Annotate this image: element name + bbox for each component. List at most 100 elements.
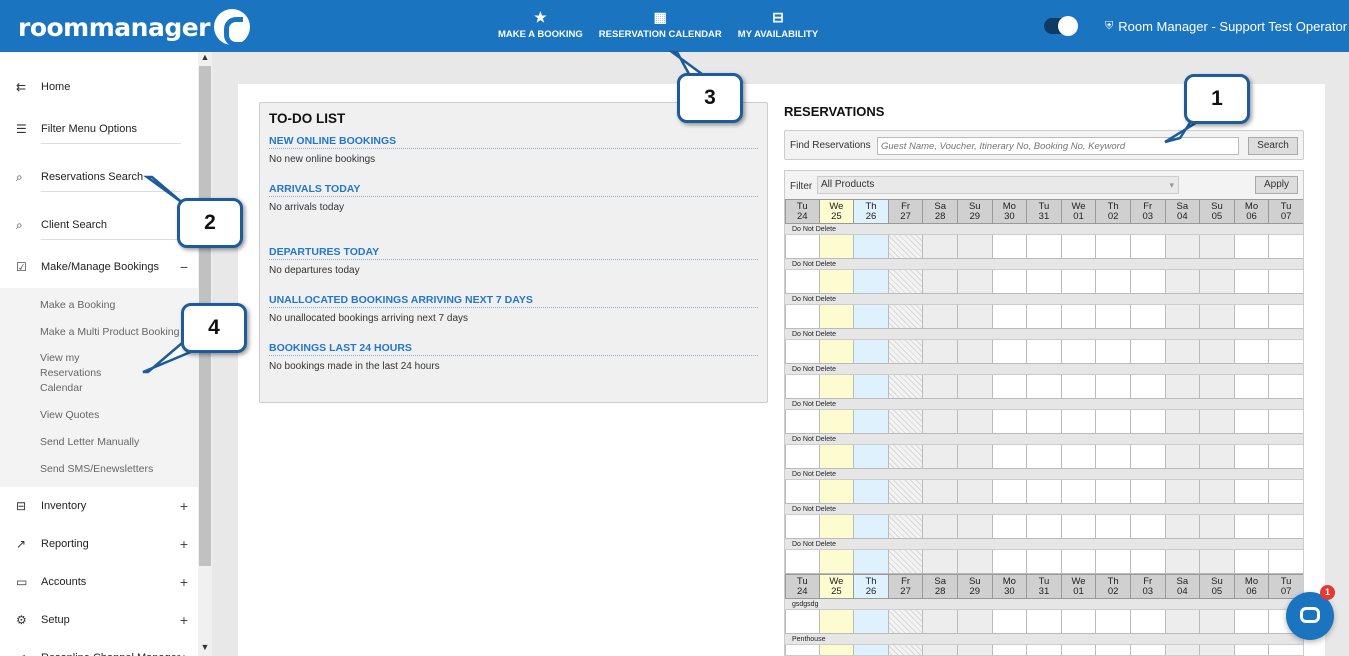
nav-make-a-booking[interactable]: ★ MAKE A BOOKING bbox=[498, 8, 583, 40]
grid-cell[interactable] bbox=[957, 270, 993, 294]
grid-cell[interactable] bbox=[923, 235, 958, 259]
grid-cell[interactable] bbox=[992, 340, 1028, 364]
grid-cell[interactable] bbox=[1200, 235, 1235, 259]
expand-icon[interactable]: + bbox=[180, 650, 188, 656]
grid-cell[interactable] bbox=[785, 550, 820, 574]
todo-heading-bookings-24h[interactable]: BOOKINGS LAST 24 HOURS bbox=[269, 342, 758, 356]
expand-icon[interactable]: + bbox=[180, 536, 188, 552]
grid-cell[interactable] bbox=[888, 410, 924, 434]
todo-heading-new-online[interactable]: NEW ONLINE BOOKINGS bbox=[269, 135, 758, 149]
sidebar-item-resonline[interactable]: ⋖ Resonline Channel Manager + bbox=[0, 639, 198, 656]
grid-cell[interactable] bbox=[1200, 445, 1235, 469]
grid-cell[interactable] bbox=[1234, 550, 1270, 574]
grid-cell[interactable] bbox=[1165, 515, 1201, 539]
grid-cell[interactable] bbox=[923, 270, 958, 294]
grid-cell[interactable] bbox=[1027, 410, 1062, 434]
grid-cell[interactable] bbox=[854, 515, 889, 539]
grid-cell[interactable] bbox=[992, 235, 1028, 259]
grid-cell[interactable] bbox=[1269, 270, 1303, 294]
grid-cell[interactable] bbox=[1269, 645, 1303, 655]
grid-cell[interactable] bbox=[819, 375, 855, 399]
grid-cell[interactable] bbox=[785, 515, 820, 539]
grid-cell[interactable] bbox=[957, 610, 993, 634]
grid-cell[interactable] bbox=[888, 515, 924, 539]
nav-reservation-calendar[interactable]: ▦ RESERVATION CALENDAR bbox=[599, 8, 722, 40]
grid-cell[interactable] bbox=[1027, 445, 1062, 469]
grid-cell[interactable] bbox=[1234, 445, 1270, 469]
grid-cell[interactable] bbox=[957, 235, 993, 259]
grid-cell[interactable] bbox=[1130, 550, 1166, 574]
grid-cell[interactable] bbox=[992, 480, 1028, 504]
grid-cell[interactable] bbox=[1130, 610, 1166, 634]
grid-cell[interactable] bbox=[819, 410, 855, 434]
grid-cell[interactable] bbox=[1027, 515, 1062, 539]
collapse-icon[interactable]: − bbox=[180, 259, 188, 275]
nav-my-availability[interactable]: ⊟ MY AVAILABILITY bbox=[738, 8, 818, 40]
grid-cell[interactable] bbox=[1096, 410, 1131, 434]
grid-cell[interactable] bbox=[1027, 270, 1062, 294]
grid-cell[interactable] bbox=[785, 610, 820, 634]
grid-cell[interactable] bbox=[1027, 645, 1062, 655]
grid-cell[interactable] bbox=[923, 645, 958, 655]
grid-cell[interactable] bbox=[1130, 375, 1166, 399]
grid-cell[interactable] bbox=[1027, 340, 1062, 364]
grid-cell[interactable] bbox=[888, 375, 924, 399]
sidebar-item-reporting[interactable]: ↗ Reporting + bbox=[0, 525, 198, 563]
grid-cell[interactable] bbox=[1061, 480, 1097, 504]
grid-cell[interactable] bbox=[923, 340, 958, 364]
grid-cell[interactable] bbox=[1234, 340, 1270, 364]
submenu-view-quotes[interactable]: View Quotes bbox=[0, 402, 198, 429]
grid-cell[interactable] bbox=[992, 305, 1028, 329]
grid-cell[interactable] bbox=[1130, 480, 1166, 504]
grid-cell[interactable] bbox=[992, 645, 1028, 655]
grid-cell[interactable] bbox=[785, 645, 820, 655]
grid-cell[interactable] bbox=[1200, 340, 1235, 364]
grid-cell[interactable] bbox=[1130, 235, 1166, 259]
grid-cell[interactable] bbox=[1096, 515, 1131, 539]
grid-cell[interactable] bbox=[1165, 340, 1201, 364]
grid-cell[interactable] bbox=[1096, 550, 1131, 574]
mode-toggle[interactable] bbox=[1044, 16, 1078, 36]
grid-cell[interactable] bbox=[1130, 305, 1166, 329]
todo-heading-arrivals[interactable]: ARRIVALS TODAY bbox=[269, 183, 758, 197]
grid-cell[interactable] bbox=[854, 445, 889, 469]
grid-cell[interactable] bbox=[819, 235, 855, 259]
grid-cell[interactable] bbox=[1130, 410, 1166, 434]
grid-cell[interactable] bbox=[957, 410, 993, 434]
grid-cell[interactable] bbox=[888, 480, 924, 504]
grid-cell[interactable] bbox=[1165, 375, 1201, 399]
grid-cell[interactable] bbox=[1061, 340, 1097, 364]
grid-cell[interactable] bbox=[957, 480, 993, 504]
grid-cell[interactable] bbox=[1165, 235, 1201, 259]
expand-icon[interactable]: + bbox=[180, 612, 188, 628]
apply-button[interactable]: Apply bbox=[1255, 176, 1298, 194]
chevron-down-icon[interactable]: ▼ bbox=[198, 642, 212, 656]
filter-select[interactable]: All Products bbox=[817, 176, 1179, 194]
grid-cell[interactable] bbox=[992, 550, 1028, 574]
logo[interactable]: roommanager bbox=[18, 9, 250, 47]
grid-cell[interactable] bbox=[1200, 515, 1235, 539]
sidebar-item-setup[interactable]: ⚙ Setup + bbox=[0, 601, 198, 639]
grid-cell[interactable] bbox=[785, 375, 820, 399]
grid-cell[interactable] bbox=[992, 410, 1028, 434]
grid-cell[interactable] bbox=[992, 515, 1028, 539]
sidebar-item-filter-menu-options[interactable]: ☰ Filter Menu Options bbox=[0, 108, 198, 150]
sidebar-item-reservations-search[interactable]: ⌕ Reservations Search bbox=[0, 156, 198, 198]
grid-cell[interactable] bbox=[785, 480, 820, 504]
grid-cell[interactable] bbox=[1027, 480, 1062, 504]
grid-cell[interactable] bbox=[923, 445, 958, 469]
grid-cell[interactable] bbox=[888, 610, 924, 634]
grid-cell[interactable] bbox=[1061, 645, 1097, 655]
sidebar-scrollbar[interactable]: ▲ ▼ bbox=[198, 52, 212, 656]
sidebar-item-accounts[interactable]: ▭ Accounts + bbox=[0, 563, 198, 601]
grid-cell[interactable] bbox=[819, 645, 855, 655]
grid-cell[interactable] bbox=[1061, 410, 1097, 434]
grid-cell[interactable] bbox=[1130, 515, 1166, 539]
grid-cell[interactable] bbox=[1027, 550, 1062, 574]
expand-icon[interactable]: + bbox=[180, 574, 188, 590]
grid-cell[interactable] bbox=[1061, 270, 1097, 294]
grid-cell[interactable] bbox=[1269, 305, 1303, 329]
grid-cell[interactable] bbox=[1165, 305, 1201, 329]
grid-cell[interactable] bbox=[1061, 445, 1097, 469]
grid-cell[interactable] bbox=[1130, 340, 1166, 364]
